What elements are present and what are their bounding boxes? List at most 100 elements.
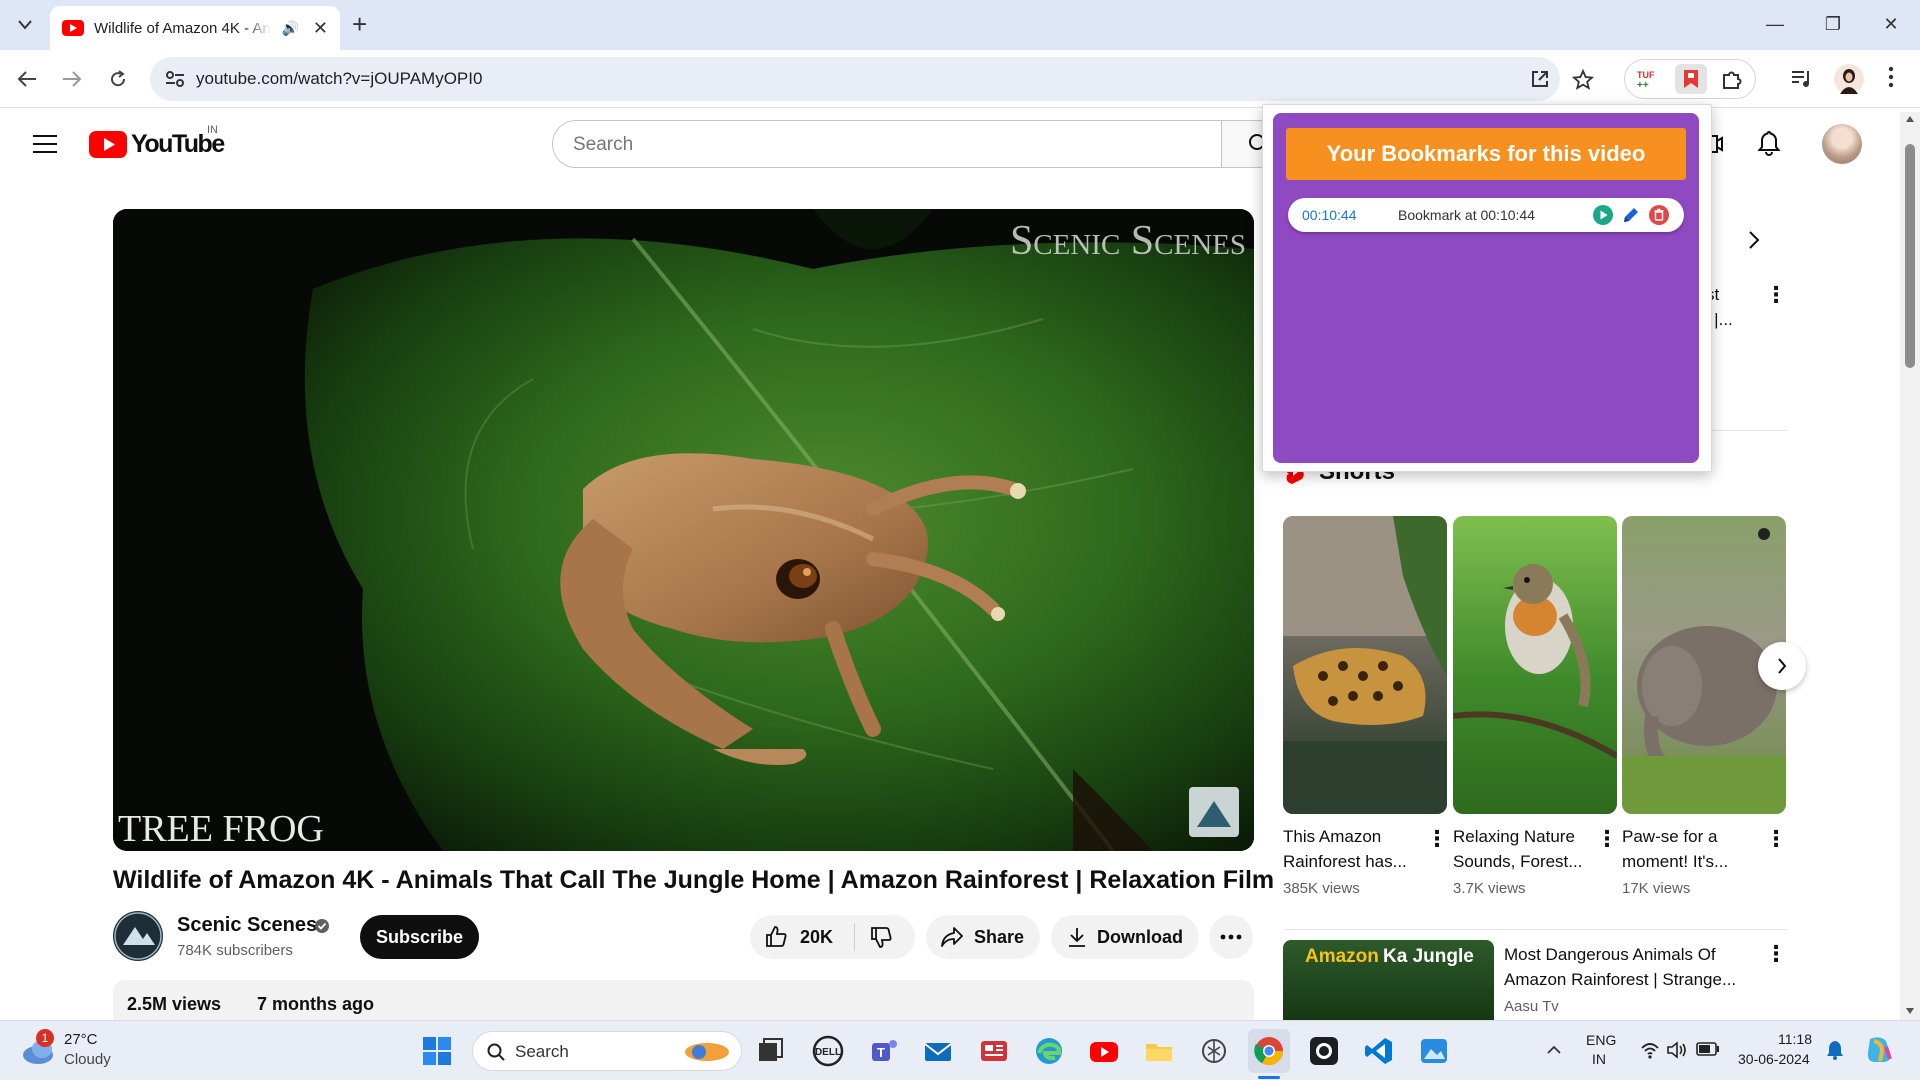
region-code-taskbar[interactable]: IN (1592, 1051, 1606, 1067)
scroll-down-arrow-icon[interactable] (1906, 1008, 1914, 1014)
github-app-icon[interactable] (1308, 1035, 1340, 1067)
download-button[interactable]: Download (1051, 915, 1199, 959)
language-code[interactable]: ENG (1586, 1032, 1616, 1048)
view-count: 2.5M views (127, 994, 222, 1014)
dell-app-icon[interactable]: DELL (812, 1035, 844, 1067)
clock-date[interactable]: 30-06-2024 (1738, 1051, 1810, 1067)
recommended-menu-icon[interactable]: ⋮ (1765, 943, 1787, 965)
battery-icon[interactable] (1696, 1042, 1720, 1056)
scroll-up-arrow-icon[interactable] (1906, 116, 1914, 122)
bookmark-time[interactable]: 00:10:44 (1302, 207, 1357, 223)
svg-text:T: T (877, 1045, 885, 1060)
mail-app-icon[interactable] (922, 1035, 954, 1067)
search-placeholder: Search (573, 134, 634, 155)
subscribe-button[interactable]: Subscribe (360, 915, 479, 959)
new-tab-button[interactable]: + (352, 10, 367, 38)
hamburger-menu-icon[interactable] (33, 134, 57, 154)
shorts-card-2[interactable] (1453, 516, 1617, 814)
windows-start-icon[interactable] (422, 1036, 452, 1066)
chevron-right-icon[interactable] (1748, 230, 1760, 250)
window-minimize-button[interactable]: — (1752, 8, 1798, 40)
file-explorer-icon[interactable] (1143, 1035, 1175, 1067)
taskbar-search-box[interactable]: Search (472, 1031, 742, 1071)
bookmark-row[interactable]: 00:10:44 Bookmark at 00:10:44 (1288, 198, 1684, 232)
extensions-group: TUF ++ (1624, 59, 1756, 99)
weather-widget[interactable]: 1 (20, 1029, 60, 1069)
teams-app-icon[interactable]: T (868, 1035, 900, 1067)
chrome-active-indicator (1258, 1076, 1280, 1079)
tab-close-icon[interactable]: ✕ (313, 18, 328, 39)
recommended-thumbnail[interactable]: Amazon Ka Jungle (1283, 940, 1494, 1020)
bookmark-star-icon[interactable] (1572, 69, 1594, 91)
profile-avatar[interactable] (1834, 64, 1864, 94)
description-box[interactable]: 2.5M views 7 months ago (113, 980, 1254, 1020)
show-hidden-icons-chevron-icon[interactable] (1546, 1045, 1562, 1055)
site-settings-icon[interactable] (165, 70, 185, 88)
more-horizontal-icon (1220, 934, 1242, 940)
play-bookmark-icon[interactable] (1593, 205, 1613, 225)
tab-title: Wildlife of Amazon 4K - Animals That Cal… (94, 19, 271, 37)
address-bar[interactable]: youtube.com/watch?v=jOUPAMyOPI0 (150, 57, 1560, 101)
vscode-app-icon[interactable] (1363, 1035, 1395, 1067)
recommended-title[interactable]: Most Dangerous Animals Of Amazon Rainfor… (1504, 942, 1749, 992)
dislike-button[interactable] (855, 925, 893, 949)
notifications-bell-icon[interactable] (1757, 130, 1781, 156)
forward-arrow-icon (63, 71, 82, 87)
speaker-icon[interactable]: 🔊 (281, 20, 298, 37)
forward-button[interactable] (57, 64, 87, 94)
short-menu-icon-1[interactable]: ⋮ (1426, 828, 1448, 850)
delete-bookmark-icon[interactable] (1649, 205, 1669, 225)
more-actions-button[interactable] (1209, 915, 1253, 959)
svg-text:DELL: DELL (815, 1047, 841, 1058)
tab-search-button[interactable] (10, 10, 40, 40)
photos-app-icon[interactable] (1418, 1035, 1450, 1067)
weather-temperature: 27°C (64, 1031, 98, 1048)
channel-name[interactable]: Scenic Scenes (177, 914, 317, 937)
copilot-icon[interactable] (1864, 1035, 1896, 1065)
puzzle-extensions-icon[interactable] (1721, 69, 1743, 91)
chrome-browser-icon[interactable] (1253, 1035, 1285, 1067)
volume-icon[interactable] (1666, 1041, 1688, 1059)
weather-description: Cloudy (64, 1051, 111, 1068)
youtube-account-avatar[interactable] (1822, 124, 1862, 164)
short-title-3[interactable]: Paw-se for a moment! It's... (1622, 824, 1762, 874)
share-button[interactable]: Share (926, 915, 1040, 959)
subscriber-count: 784K subscribers (177, 942, 293, 959)
short-title-1[interactable]: This Amazon Rainforest has... (1283, 824, 1423, 874)
browser-tab-active[interactable]: Wildlife of Amazon 4K - Animals That Cal… (50, 6, 340, 50)
bookmark-extension-button[interactable] (1675, 64, 1707, 94)
reload-button[interactable] (103, 64, 133, 94)
short-menu-icon-3[interactable]: ⋮ (1765, 828, 1787, 850)
scrollbar-thumb[interactable] (1905, 144, 1915, 368)
shorts-card-1[interactable] (1283, 516, 1447, 814)
short-title-2[interactable]: Relaxing Nature Sounds, Forest... (1453, 824, 1593, 874)
short-views-2: 3.7K views (1453, 880, 1526, 897)
back-button[interactable] (12, 64, 42, 94)
edge-browser-icon[interactable] (1033, 1035, 1065, 1067)
news-app-icon[interactable] (978, 1035, 1010, 1067)
channel-avatar[interactable] (113, 911, 163, 961)
video-menu-icon[interactable]: ⋮ (1765, 284, 1787, 306)
window-restore-button[interactable]: ❐ (1810, 8, 1856, 40)
youtube-app-icon[interactable] (1088, 1035, 1120, 1067)
youtube-search-input[interactable]: Search (552, 120, 1222, 168)
wifi-icon[interactable] (1640, 1041, 1660, 1059)
clock-time[interactable]: 11:18 (1778, 1031, 1812, 1047)
like-button[interactable]: 20K (750, 923, 855, 951)
notification-bell-icon[interactable] (1826, 1039, 1844, 1061)
chatgpt-app-icon[interactable] (1198, 1035, 1230, 1067)
video-frame-image (113, 209, 1254, 851)
tuf-extension-icon[interactable]: TUF ++ (1635, 68, 1659, 90)
browser-tab-bar: Wildlife of Amazon 4K - Animals That Cal… (0, 0, 1920, 50)
page-scrollbar[interactable] (1900, 112, 1920, 1020)
task-view-icon[interactable] (755, 1035, 787, 1067)
edit-bookmark-icon[interactable] (1621, 205, 1641, 225)
short-menu-icon-2[interactable]: ⋮ (1596, 828, 1618, 850)
video-player[interactable]: Scenic Scenes TREE FROG (113, 209, 1254, 851)
media-queue-icon[interactable] (1790, 68, 1814, 90)
window-close-button[interactable]: ✕ (1868, 8, 1914, 40)
youtube-logo[interactable]: YouTube (89, 128, 225, 160)
browser-menu-button[interactable] (1888, 65, 1900, 93)
shorts-next-button[interactable] (1758, 642, 1806, 690)
open-external-icon[interactable] (1530, 69, 1550, 89)
